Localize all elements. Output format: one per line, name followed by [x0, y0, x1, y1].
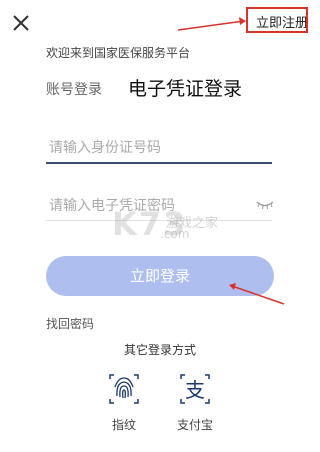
welcome-text: 欢迎来到国家医保服务平台 — [46, 46, 191, 60]
id-number-field[interactable]: 请输入身份证号码 — [46, 132, 272, 164]
alipay-login-button[interactable]: 支 — [175, 369, 215, 409]
watermark-domain: .com — [160, 227, 190, 241]
close-icon — [13, 15, 29, 31]
other-login-title: 其它登录方式 — [123, 343, 196, 357]
forgot-password-link[interactable]: 找回密码 — [46, 315, 94, 332]
tab-e-cert-login[interactable]: 电子凭证登录 — [128, 74, 242, 101]
login-button[interactable]: 立即登录 — [46, 256, 274, 296]
tab-account-login[interactable]: 账号登录 — [46, 79, 102, 99]
password-visibility-toggle[interactable] — [256, 196, 274, 210]
fingerprint-label: 指纹 — [111, 418, 136, 432]
close-button[interactable] — [10, 12, 32, 34]
eye-closed-icon — [256, 201, 274, 210]
register-highlight-box — [246, 7, 308, 33]
fingerprint-login-button[interactable] — [104, 369, 144, 409]
id-number-placeholder: 请输入身份证号码 — [49, 140, 161, 156]
arrow-to-register — [177, 17, 246, 31]
svg-text:支: 支 — [185, 378, 205, 402]
alipay-icon: 支 — [180, 374, 210, 404]
fingerprint-icon — [109, 374, 139, 404]
alipay-label: 支付宝 — [176, 418, 213, 432]
